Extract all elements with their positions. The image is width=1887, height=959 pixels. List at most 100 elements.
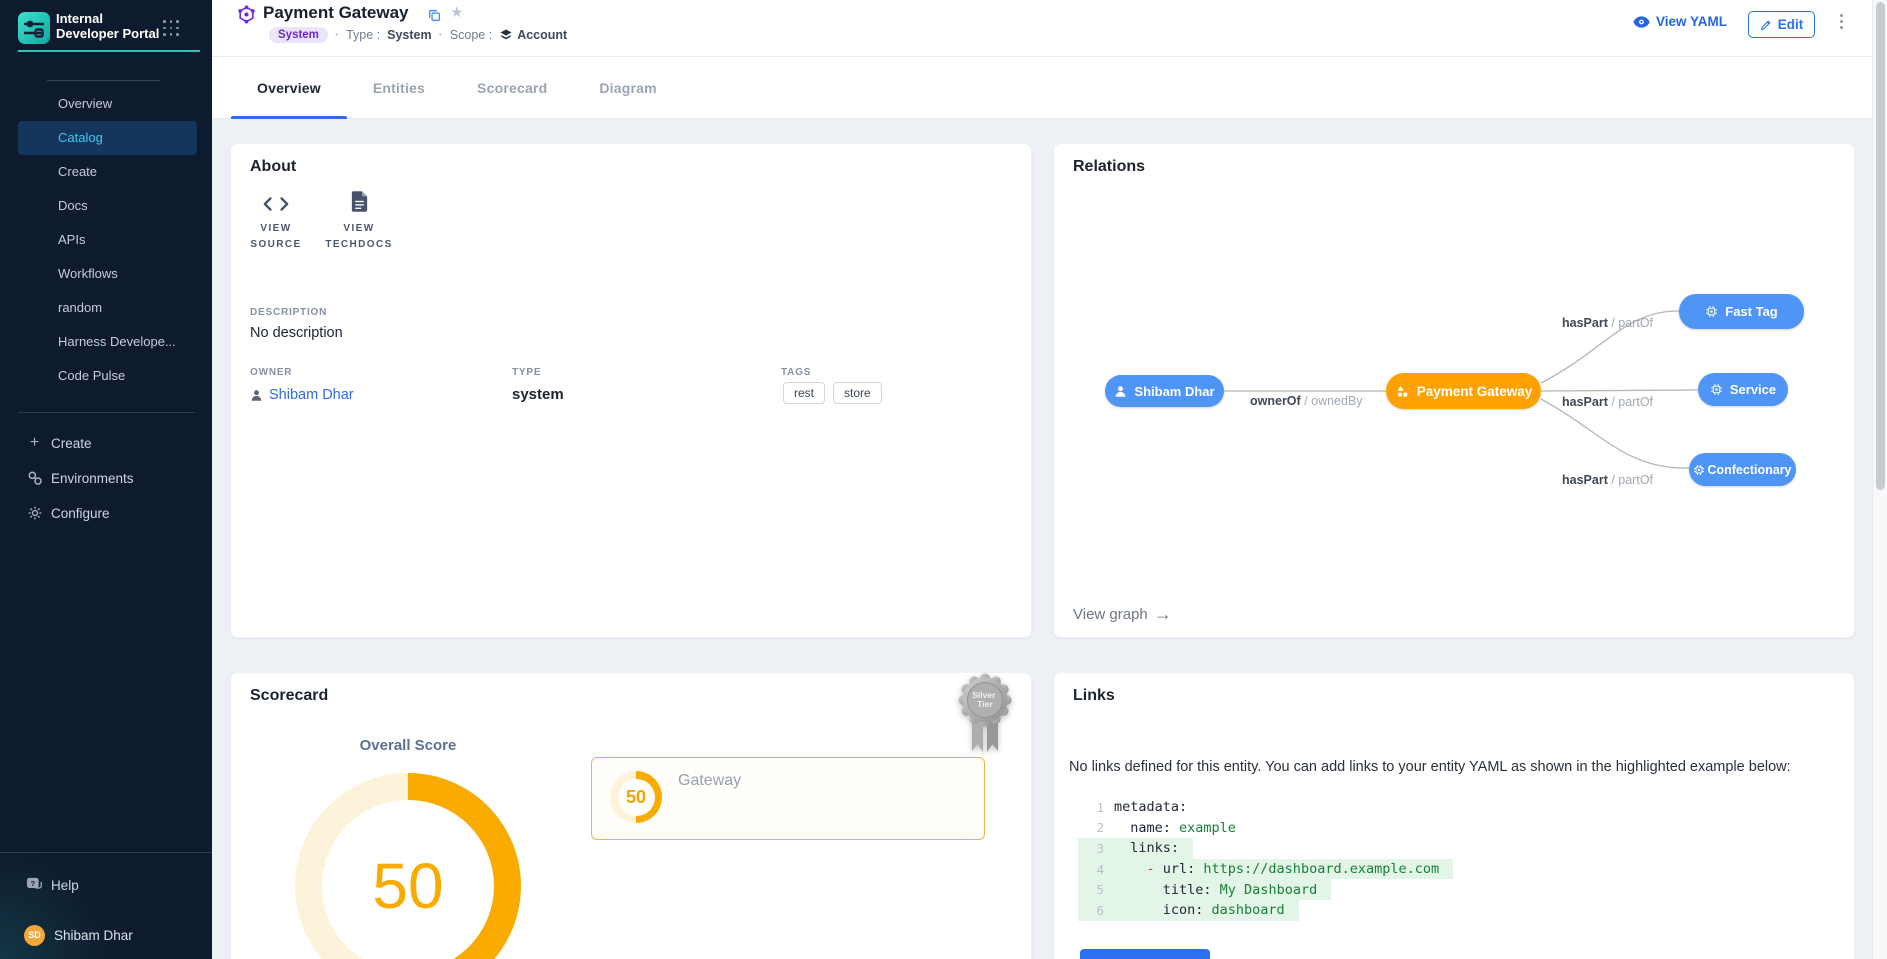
eye-icon bbox=[1633, 16, 1650, 28]
view-yaml-label: View YAML bbox=[1656, 14, 1727, 29]
sidebar-item-random[interactable]: random bbox=[18, 291, 197, 325]
help-button[interactable]: ? Help bbox=[0, 868, 212, 902]
user-menu[interactable]: SD Shibam Dhar bbox=[0, 918, 212, 952]
nav-divider-top bbox=[47, 80, 160, 81]
copy-icon[interactable] bbox=[428, 9, 441, 22]
tab-diagram[interactable]: Diagram bbox=[573, 57, 682, 119]
sidebar-create-label: Create bbox=[51, 436, 92, 451]
chip-icon bbox=[1705, 305, 1718, 318]
description-value: No description bbox=[250, 325, 343, 341]
meta-separator: · bbox=[439, 28, 443, 42]
tab-entities[interactable]: Entities bbox=[347, 57, 451, 119]
sidebar-environments-label: Environments bbox=[51, 471, 134, 486]
system-shapes-icon bbox=[1395, 384, 1410, 399]
edit-button[interactable]: Edit bbox=[1748, 11, 1815, 38]
sidebar-item-catalog[interactable]: Catalog bbox=[18, 121, 197, 155]
person-icon bbox=[1114, 385, 1127, 398]
sidebar-item-docs[interactable]: Docs bbox=[18, 189, 197, 223]
scope-value: Account bbox=[517, 28, 567, 42]
code-line-3: 3links: bbox=[1078, 838, 1193, 859]
view-graph-label: View graph bbox=[1073, 606, 1148, 623]
owner-name: Shibam Dhar bbox=[269, 387, 354, 403]
type-field-value: system bbox=[512, 386, 564, 403]
graph-node-fast-tag-label: Fast Tag bbox=[1725, 304, 1778, 319]
graph-node-service[interactable]: Service bbox=[1698, 373, 1788, 406]
account-scope-icon bbox=[499, 28, 513, 42]
sidebar-item-overview[interactable]: Overview bbox=[18, 87, 197, 121]
tag-chips: rest store bbox=[783, 382, 882, 404]
yaml-example-code: 1metadata: 2name:example 3links: 4-url:h… bbox=[1078, 797, 1453, 921]
page-title: Payment Gateway bbox=[263, 3, 409, 23]
view-graph-link[interactable]: View graph → bbox=[1073, 606, 1172, 623]
edge-label-owner-rel: ownerOf bbox=[1250, 394, 1301, 408]
code-line-5: 5title:My Dashboard bbox=[1078, 879, 1331, 900]
star-icon[interactable]: ★ bbox=[450, 3, 463, 21]
graph-node-payment-gateway[interactable]: Payment Gateway bbox=[1386, 373, 1541, 409]
sidebar-create-button[interactable]: + Create bbox=[0, 426, 212, 460]
sidebar-item-apis[interactable]: APIs bbox=[18, 223, 197, 257]
links-back-button[interactable]: Back bbox=[1080, 949, 1210, 959]
edge-label-part-inverse: / partOf bbox=[1608, 316, 1653, 330]
sidebar-configure-button[interactable]: Configure bbox=[0, 496, 212, 530]
overall-score-value: 50 bbox=[372, 849, 443, 923]
scorecard-gateway-card[interactable]: 50 Gateway bbox=[591, 757, 985, 840]
about-card: About VIEW SOURCE VIEW TECHDOCS DESCRIPT… bbox=[230, 143, 1032, 638]
scope-label: Scope : bbox=[450, 28, 492, 42]
help-label: Help bbox=[51, 878, 79, 893]
view-techdocs-button[interactable]: VIEW TECHDOCS bbox=[314, 188, 404, 253]
gateway-score-value: 50 bbox=[626, 787, 646, 808]
sidebar-item-create[interactable]: Create bbox=[18, 155, 197, 189]
page-scrollbar[interactable] bbox=[1872, 0, 1887, 959]
gear-icon bbox=[26, 505, 43, 521]
sidebar-item-harness-developer[interactable]: Harness Develope... bbox=[18, 325, 197, 359]
sidebar-item-code-pulse[interactable]: Code Pulse bbox=[18, 359, 197, 393]
sidebar-footer-divider bbox=[0, 852, 212, 853]
tab-scorecard[interactable]: Scorecard bbox=[451, 57, 573, 119]
brand-logo-icon bbox=[18, 12, 50, 44]
edge-label-part-rel: hasPart bbox=[1562, 473, 1608, 487]
kebab-menu-icon[interactable] bbox=[1834, 14, 1848, 38]
tag-chip-rest[interactable]: rest bbox=[783, 382, 825, 404]
person-icon bbox=[250, 389, 263, 402]
code-line-2: 2name:example bbox=[1078, 818, 1250, 839]
scrollbar-thumb[interactable] bbox=[1876, 2, 1885, 490]
graph-node-fast-tag[interactable]: Fast Tag bbox=[1679, 294, 1804, 329]
gateway-score-name: Gateway bbox=[678, 772, 741, 790]
sidebar-item-workflows[interactable]: Workflows bbox=[18, 257, 197, 291]
view-techdocs-label-1: VIEW bbox=[314, 221, 404, 237]
sidebar-environments-button[interactable]: Environments bbox=[0, 461, 212, 495]
silver-tier-badge: Silver Tier bbox=[958, 673, 1012, 757]
svg-text:?: ? bbox=[31, 879, 36, 888]
chip-icon bbox=[1693, 464, 1705, 476]
edit-label: Edit bbox=[1778, 17, 1804, 32]
module-grid-icon[interactable] bbox=[163, 20, 180, 37]
edge-label-haspart-1: hasPart / partOf bbox=[1562, 316, 1653, 330]
view-yaml-button[interactable]: View YAML bbox=[1633, 14, 1727, 29]
system-entity-icon bbox=[237, 5, 256, 24]
sidebar: Internal Developer Portal Overview Catal… bbox=[0, 0, 212, 959]
type-label: Type : bbox=[346, 28, 380, 42]
pencil-icon bbox=[1760, 18, 1773, 31]
avatar: SD bbox=[24, 925, 45, 946]
tab-overview[interactable]: Overview bbox=[231, 57, 347, 119]
tags-label: TAGS bbox=[781, 367, 811, 378]
brand-divider bbox=[18, 50, 200, 52]
code-line-4: 4-url:https://dashboard.example.com bbox=[1078, 859, 1453, 880]
graph-node-confectionary[interactable]: Confectionary bbox=[1689, 453, 1796, 486]
edge-label-owner-inverse: / ownedBy bbox=[1301, 394, 1363, 408]
overall-score-donut: 50 bbox=[295, 773, 521, 959]
view-source-button[interactable]: VIEW SOURCE bbox=[231, 188, 321, 253]
edge-label-part-rel: hasPart bbox=[1562, 395, 1608, 409]
arrow-right-icon: → bbox=[1154, 607, 1172, 622]
owner-label: OWNER bbox=[250, 367, 292, 378]
entity-header: Payment Gateway ★ System · Type : System… bbox=[212, 0, 1887, 57]
scorecard-title: Scorecard bbox=[250, 687, 328, 705]
tag-chip-store[interactable]: store bbox=[833, 382, 882, 404]
meta-separator: · bbox=[335, 28, 339, 42]
code-line-1: 1metadata: bbox=[1078, 797, 1201, 818]
owner-link[interactable]: Shibam Dhar bbox=[250, 387, 354, 403]
overall-score-label: Overall Score bbox=[338, 737, 478, 754]
graph-node-confectionary-label: Confectionary bbox=[1707, 463, 1791, 477]
graph-node-owner[interactable]: Shibam Dhar bbox=[1105, 375, 1224, 407]
type-field-label: TYPE bbox=[512, 367, 541, 378]
